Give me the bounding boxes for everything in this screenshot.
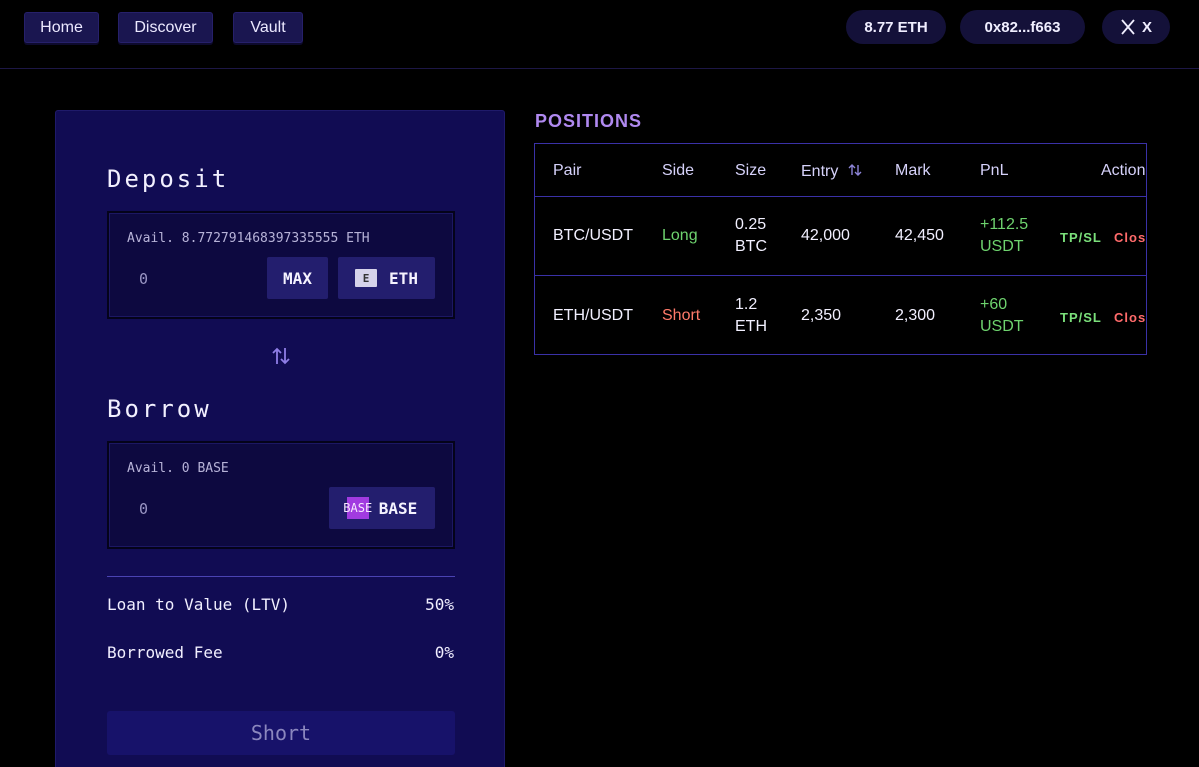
short-button[interactable]: Short — [107, 711, 455, 755]
row-size: 0.25 BTC — [735, 214, 767, 258]
close-position-button[interactable]: Clos — [1114, 310, 1146, 325]
row-entry: 42,000 — [801, 227, 850, 244]
row-pnl: +112.5 USDT — [980, 214, 1028, 258]
row-size-unit: BTC — [735, 238, 767, 255]
table-header: Pair Side Size Entry Mark PnL Action — [535, 144, 1146, 197]
row-size-unit: ETH — [735, 318, 767, 335]
borrow-token-label: BASE — [378, 498, 418, 518]
borrow-input-box: Avail. 0 BASE 0 BASE BASE — [107, 441, 455, 549]
positions-table: Pair Side Size Entry Mark PnL Action BTC… — [534, 143, 1147, 355]
eth-token-icon: E — [355, 269, 378, 287]
table-row: ETH/USDT Short 1.2 ETH 2,350 2,300 +60 U… — [535, 277, 1146, 354]
deposit-amount-input[interactable]: 0 — [139, 270, 148, 288]
borrow-amount-input[interactable]: 0 — [139, 500, 148, 518]
row-mark: 2,300 — [895, 307, 936, 324]
row-pair: ETH/USDT — [553, 307, 633, 324]
nav-vault-button[interactable]: Vault — [233, 12, 303, 43]
header-mark: Mark — [895, 162, 931, 179]
row-mark: 42,450 — [895, 227, 944, 244]
header-entry-label: Entry — [801, 163, 839, 180]
wallet-balance-pill[interactable]: 8.77 ETH — [846, 10, 946, 44]
tp-sl-button[interactable]: TP/SL — [1060, 310, 1102, 325]
divider — [107, 576, 455, 577]
row-size-amount: 1.2 — [735, 296, 758, 313]
swap-vertical-icon[interactable] — [270, 345, 292, 367]
header-size: Size — [735, 162, 767, 179]
row-size: 1.2 ETH — [735, 294, 767, 338]
wallet-address-pill[interactable]: 0x82...f663 — [960, 10, 1085, 44]
header-action: Action — [1101, 162, 1146, 179]
positions-title: POSITIONS — [535, 111, 643, 131]
x-connect-label: X — [1141, 18, 1152, 36]
max-button[interactable]: MAX — [267, 257, 328, 299]
borrowed-fee-value: 0% — [434, 643, 454, 662]
row-pair: BTC/USDT — [553, 227, 633, 244]
deposit-token-select[interactable]: E ETH — [338, 257, 435, 299]
deposit-token-label: ETH — [389, 268, 418, 288]
nav-home-button[interactable]: Home — [24, 12, 99, 43]
row-pnl-amount: +112.5 — [980, 216, 1029, 233]
borrow-available: Avail. 0 BASE — [127, 461, 229, 476]
deposit-title: Deposit — [107, 165, 230, 193]
top-nav-bar: Home Discover Vault 8.77 ETH 0x82...f663… — [0, 0, 1199, 69]
ltv-value: 50% — [425, 595, 454, 614]
deposit-input-box: Avail. 8.772791468397335555 ETH 0 MAX E … — [107, 211, 455, 319]
trade-card: Deposit Avail. 8.772791468397335555 ETH … — [55, 110, 505, 767]
deposit-available: Avail. 8.772791468397335555 ETH — [127, 231, 370, 246]
row-side: Long — [662, 227, 698, 244]
ltv-label: Loan to Value (LTV) — [107, 595, 291, 614]
borrow-token-select[interactable]: BASE BASE — [329, 487, 435, 529]
borrowed-fee-label: Borrowed Fee — [107, 643, 223, 662]
row-side: Short — [662, 307, 701, 324]
header-entry[interactable]: Entry — [801, 162, 863, 181]
row-pnl: +60 USDT — [980, 294, 1024, 338]
header-side: Side — [662, 162, 695, 179]
x-connect-button[interactable]: X — [1102, 10, 1170, 44]
header-pnl: PnL — [980, 162, 1009, 179]
x-logo-icon — [1121, 19, 1135, 35]
header-pair: Pair — [553, 162, 582, 179]
close-position-button[interactable]: Clos — [1114, 230, 1146, 245]
row-entry: 2,350 — [801, 307, 842, 324]
row-pnl-unit: USDT — [980, 238, 1024, 255]
borrow-title: Borrow — [107, 395, 212, 423]
table-row: BTC/USDT Long 0.25 BTC 42,000 42,450 +11… — [535, 197, 1146, 276]
nav-discover-button[interactable]: Discover — [118, 12, 213, 43]
row-pnl-amount: +60 — [980, 296, 1008, 313]
base-token-icon: BASE — [343, 497, 372, 519]
tp-sl-button[interactable]: TP/SL — [1060, 230, 1102, 245]
row-size-amount: 0.25 — [735, 216, 767, 233]
row-pnl-unit: USDT — [980, 318, 1024, 335]
sort-icon[interactable] — [847, 162, 863, 178]
